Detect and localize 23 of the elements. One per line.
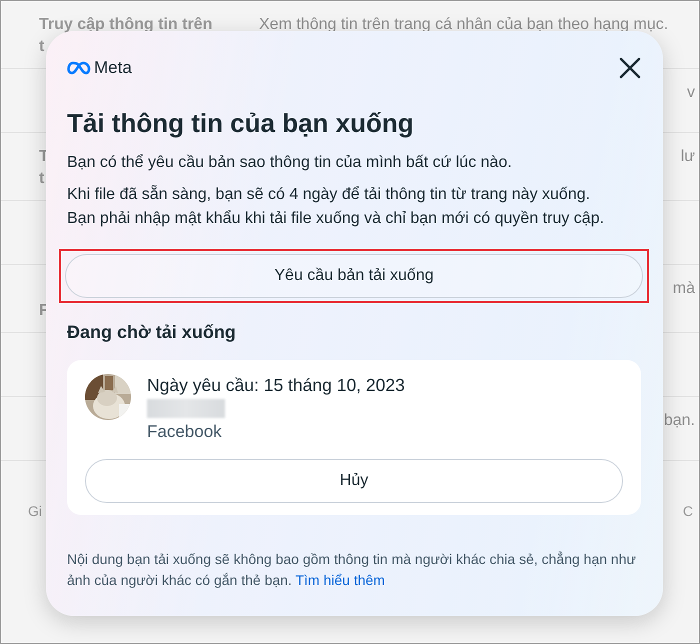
brand-name: Meta: [94, 57, 132, 79]
footnote-text: Nội dung bạn tải xuống sẽ không bao gồm thông tin mà người khác chia sẻ, chẳng hạn như ảnh của người khác có gắn thẻ bạn. Tìm hiểu thêm: [67, 550, 637, 590]
setting-description: lư: [680, 148, 695, 165]
setting-label: t: [39, 38, 44, 55]
setting-description: v: [687, 84, 695, 101]
setting-description: mà: [672, 280, 695, 297]
body-text: Bạn có thể yêu cầu bản sao thông tin của mình bất cứ lúc nào.: [67, 152, 513, 172]
setting-description: bạn.: [664, 412, 695, 429]
request-date: Ngày yêu cầu: 15 tháng 10, 2023: [147, 374, 405, 396]
body-text: Khi file đã sẵn sàng, bạn sẽ có 4 ngày để tải thông tin từ trang này xuống. Bạn phải nhập mật khẩu khi tải file xuống và chỉ bạn mới có quyền truy cập.: [67, 184, 606, 228]
source-label: Facebook: [147, 420, 223, 442]
infinity-logo-icon: [67, 60, 91, 75]
setting-label: t: [39, 170, 44, 187]
setting-description: Xem thông tin trên trang cá nhân của bạn theo hạng mục.: [259, 16, 668, 33]
setting-label: Truy cập thông tin trên: [39, 16, 212, 33]
footer-link[interactable]: C: [682, 501, 693, 522]
dialog-title: Tải thông tin của bạn xuống: [67, 106, 415, 138]
cancel-button[interactable]: Hủy: [85, 458, 623, 502]
close-icon[interactable]: [619, 56, 641, 79]
footer-link[interactable]: Gi: [28, 501, 42, 522]
section-heading: Đang chờ tải xuống: [67, 320, 237, 344]
learn-more-link[interactable]: Tìm hiểu thêm: [295, 572, 385, 588]
request-download-button[interactable]: Yêu cầu bản tải xuống: [65, 254, 643, 298]
